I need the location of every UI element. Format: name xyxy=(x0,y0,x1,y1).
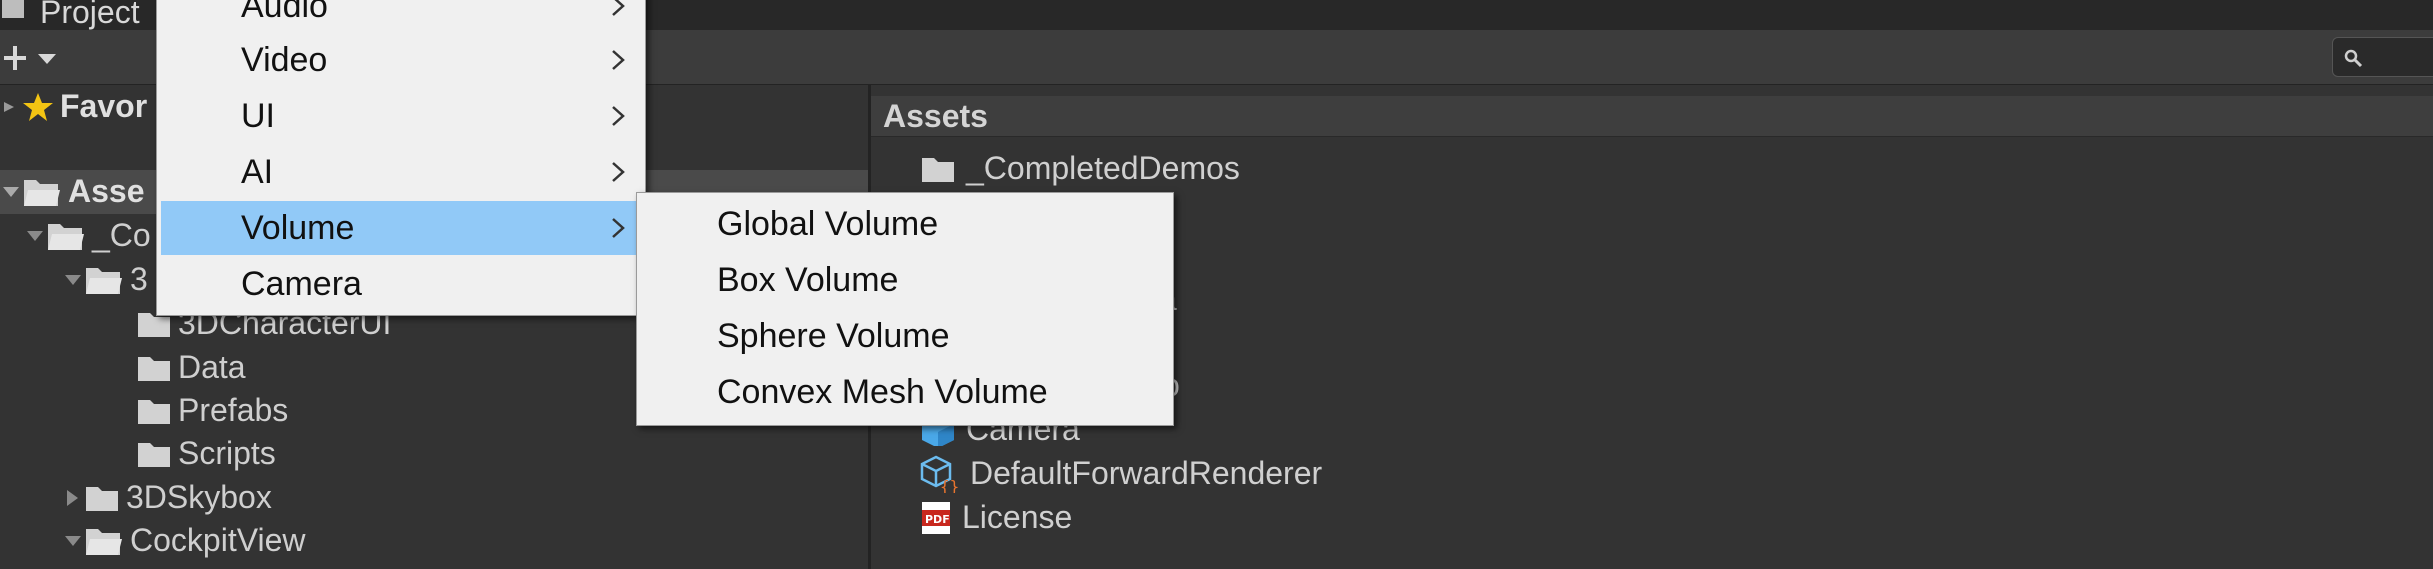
tree-item-label: 3 xyxy=(130,261,148,297)
tree-row-prefabs[interactable]: Prefabs xyxy=(136,389,288,432)
assets-breadcrumb: Assets xyxy=(871,96,2433,137)
menu-item-label: Global Volume xyxy=(717,204,939,243)
chevron-right-icon xyxy=(612,218,625,238)
chevron-right-icon xyxy=(612,50,625,70)
tree-row-3d-folder[interactable]: 3 xyxy=(62,258,148,301)
breadcrumb-assets[interactable]: Assets xyxy=(883,98,988,135)
folder-open-icon xyxy=(86,528,122,555)
tree-row-scripts[interactable]: Scripts xyxy=(136,432,276,475)
tree-item-label: Prefabs xyxy=(178,392,289,428)
tree-row-assets[interactable]: Asse xyxy=(0,170,145,213)
menu-item-global-volume[interactable]: Global Volume xyxy=(641,197,1169,251)
chevron-right-icon xyxy=(612,162,625,182)
asset-item[interactable]: PDF License xyxy=(920,496,1072,539)
menu-item-label: AI xyxy=(241,152,274,191)
menu-item-label: UI xyxy=(241,96,275,135)
menu-item-label: Audio xyxy=(241,0,328,25)
tree-row-cockpitview[interactable]: CockpitView xyxy=(62,519,305,562)
tree-row-data[interactable]: Data xyxy=(136,346,246,389)
collapse-arrow-icon xyxy=(27,230,43,241)
folder-icon xyxy=(138,356,170,381)
asset-item-label: License xyxy=(962,499,1073,535)
menu-item-sphere-volume[interactable]: Sphere Volume xyxy=(641,309,1169,363)
menu-item-label: Box Volume xyxy=(717,260,899,299)
search-icon xyxy=(2344,49,2363,68)
favorites-label: Favor xyxy=(60,88,148,124)
search-field[interactable] xyxy=(2332,37,2433,77)
asset-item-label: DefaultForwardRenderer xyxy=(970,455,1323,491)
menu-item-convex-mesh-volume[interactable]: Convex Mesh Volume xyxy=(641,365,1169,419)
collapse-arrow-icon xyxy=(65,274,81,285)
menu-item-label: Volume xyxy=(241,208,355,247)
collapse-arrow-icon xyxy=(65,535,81,546)
tree-row-3dskybox[interactable]: 3DSkybox xyxy=(62,476,272,519)
menu-item-label: Convex Mesh Volume xyxy=(717,372,1048,411)
menu-item-video[interactable]: Video xyxy=(161,33,641,87)
menu-item-box-volume[interactable]: Box Volume xyxy=(641,253,1169,307)
svg-text:{}: {} xyxy=(940,477,959,493)
folder-icon xyxy=(138,399,170,424)
folder-open-icon xyxy=(86,267,122,294)
menu-item-ui[interactable]: UI xyxy=(161,89,641,143)
folder-icon xyxy=(922,157,954,182)
folder-open-icon xyxy=(48,223,84,250)
project-tab-title[interactable]: Project xyxy=(40,0,140,31)
expand-arrow-icon xyxy=(67,489,78,506)
chevron-right-icon xyxy=(612,106,625,126)
asset-item[interactable]: _CompletedDemos xyxy=(920,147,1240,190)
tree-item-label: 3DSkybox xyxy=(126,479,272,515)
tree-item-label: Asse xyxy=(68,173,145,209)
chevron-right-icon xyxy=(612,0,625,16)
menu-item-label: Sphere Volume xyxy=(717,316,950,355)
star-icon xyxy=(23,92,53,121)
menu-item-camera[interactable]: Camera xyxy=(161,257,641,311)
menu-item-label: Camera xyxy=(241,264,362,303)
create-button[interactable] xyxy=(0,40,60,76)
pdf-icon: PDF xyxy=(922,501,950,534)
asset-item-label: _CompletedDemos xyxy=(966,150,1240,186)
tree-item-label: Scripts xyxy=(178,435,276,471)
plus-dropdown-icon xyxy=(4,46,56,70)
tree-item-label: _Co xyxy=(92,217,151,253)
expand-arrow-icon xyxy=(4,101,14,112)
menu-item-audio[interactable]: Audio xyxy=(161,0,641,33)
menu-item-volume[interactable]: Volume xyxy=(161,201,641,255)
folder-open-icon xyxy=(24,179,60,206)
tree-item-label: CockpitView xyxy=(130,522,306,558)
project-tab-icon xyxy=(2,0,24,18)
tree-row-favorites[interactable]: Favor xyxy=(0,85,147,128)
svg-text:PDF: PDF xyxy=(925,513,950,526)
tree-item-label: Data xyxy=(178,349,246,385)
collapse-arrow-icon xyxy=(3,186,19,197)
folder-icon xyxy=(86,486,118,511)
menu-item-ai[interactable]: AI xyxy=(161,145,641,199)
menu-item-label: Video xyxy=(241,40,328,79)
tree-row-completed-demos[interactable]: _Co xyxy=(24,214,151,257)
scriptable-object-icon: {} xyxy=(920,455,959,493)
folder-icon xyxy=(138,442,170,467)
create-context-menu: Audio Video UI AI Volume Camera xyxy=(156,0,646,316)
asset-item[interactable]: {} DefaultForwardRenderer xyxy=(920,452,1322,495)
volume-submenu: Global Volume Box Volume Sphere Volume C… xyxy=(636,192,1174,426)
